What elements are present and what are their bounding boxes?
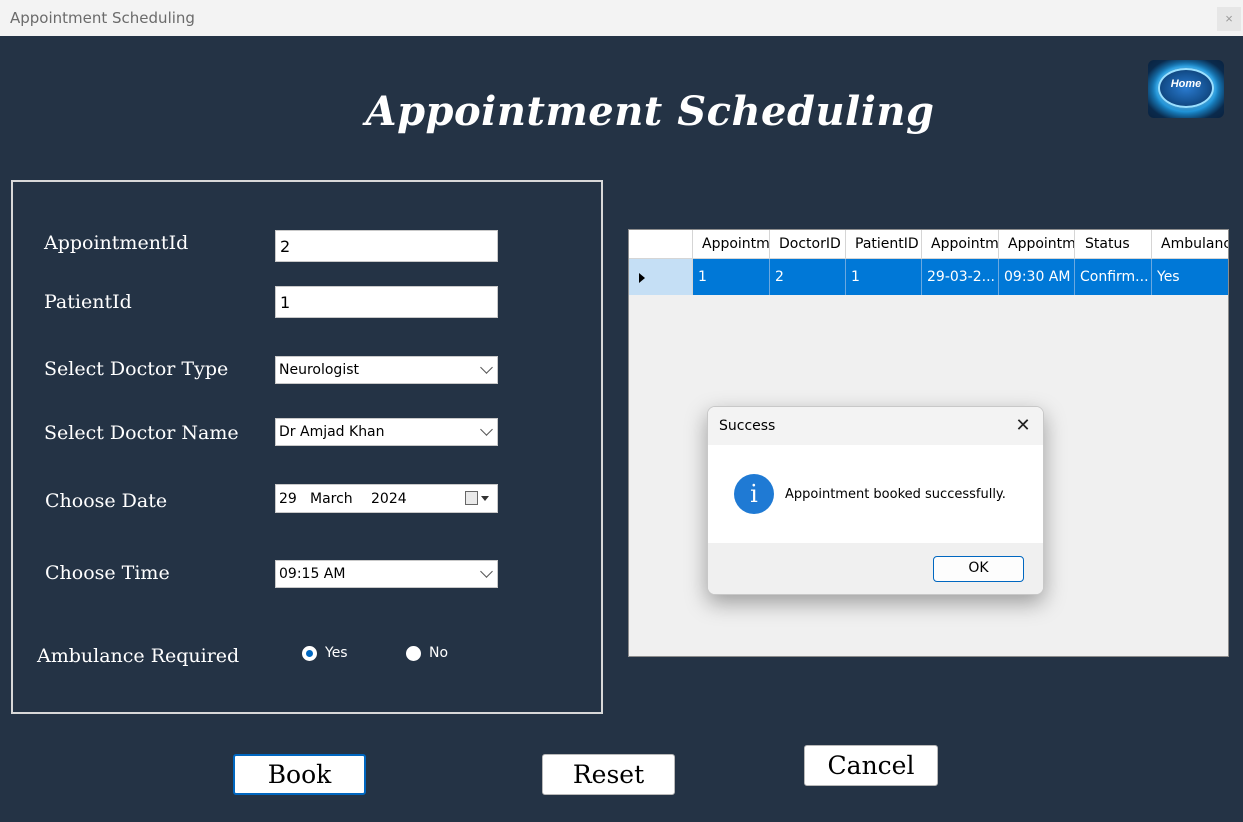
date-label: Choose Date <box>45 490 168 512</box>
grid-column-header[interactable]: Appointm <box>922 230 999 259</box>
close-icon[interactable]: ✕ <box>1013 415 1033 435</box>
cancel-button[interactable]: Cancel <box>804 745 938 786</box>
calendar-icon[interactable] <box>465 491 478 505</box>
page-title: Appointment Scheduling <box>365 88 935 135</box>
reset-button[interactable]: Reset <box>542 754 675 795</box>
doctor-type-label: Select Doctor Type <box>44 358 229 380</box>
doctor-type-value: Neurologist <box>279 362 359 378</box>
dialog-message: Appointment booked successfully. <box>785 487 1006 502</box>
grid-column-header[interactable]: Appointm <box>693 230 770 259</box>
time-value: 09:15 AM <box>279 566 346 582</box>
book-button[interactable]: Book <box>233 754 366 795</box>
dropdown-arrow-icon[interactable] <box>481 496 489 501</box>
info-icon: i <box>734 474 774 514</box>
dialog-titlebar: Success ✕ <box>708 407 1043 445</box>
date-month[interactable]: March <box>310 491 353 507</box>
grid-cell[interactable]: Confirm... <box>1075 259 1152 295</box>
grid-cell[interactable]: 1 <box>693 259 770 295</box>
grid-column-header[interactable]: Status <box>1075 230 1152 259</box>
date-day[interactable]: 29 <box>279 491 297 507</box>
window-title: Appointment Scheduling <box>10 9 195 27</box>
grid-cell[interactable]: 2 <box>770 259 846 295</box>
ambulance-yes-label[interactable]: Yes <box>325 645 348 661</box>
ambulance-no-radio[interactable] <box>406 646 421 661</box>
home-button-label: Home <box>1170 78 1202 90</box>
doctor-type-select[interactable]: Neurologist <box>275 356 498 384</box>
grid-cell[interactable]: 09:30 AM <box>999 259 1075 295</box>
chevron-down-icon <box>480 423 493 436</box>
time-label: Choose Time <box>45 562 170 584</box>
date-year[interactable]: 2024 <box>371 491 407 507</box>
grid-column-header[interactable]: Ambulanc <box>1152 230 1228 259</box>
row-header[interactable] <box>629 259 693 295</box>
appointment-id-label: AppointmentId <box>44 232 189 254</box>
ambulance-label: Ambulance Required <box>37 645 240 667</box>
grid-column-header[interactable]: DoctorID <box>770 230 846 259</box>
date-picker[interactable]: 29 March 2024 <box>275 484 498 513</box>
doctor-name-select[interactable]: Dr Amjad Khan <box>275 418 498 446</box>
home-button[interactable]: Home <box>1148 60 1224 118</box>
grid-header: Appointm DoctorID PatientID Appointm App… <box>629 230 1228 259</box>
time-select[interactable]: 09:15 AM <box>275 560 498 588</box>
ambulance-yes-radio[interactable] <box>302 646 317 661</box>
grid-cell[interactable]: 29-03-2... <box>922 259 999 295</box>
row-pointer-icon <box>639 273 645 283</box>
dialog-body: i Appointment booked successfully. <box>708 445 1043 543</box>
table-row[interactable]: 1 2 1 29-03-2... 09:30 AM Confirm... Yes <box>629 259 1228 295</box>
ok-button[interactable]: OK <box>933 556 1024 582</box>
patient-id-label: PatientId <box>44 291 132 313</box>
doctor-name-label: Select Doctor Name <box>44 422 239 444</box>
grid-corner-cell <box>629 230 693 259</box>
grid-cell[interactable]: Yes <box>1152 259 1228 295</box>
dialog-title: Success <box>719 418 776 434</box>
grid-column-header[interactable]: PatientID <box>846 230 922 259</box>
grid-column-header[interactable]: Appointm <box>999 230 1075 259</box>
success-dialog: Success ✕ i Appointment booked successfu… <box>707 406 1044 595</box>
window-titlebar: Appointment Scheduling × <box>0 0 1243 36</box>
chevron-down-icon <box>480 565 493 578</box>
ambulance-no-label[interactable]: No <box>429 645 448 661</box>
chevron-down-icon <box>480 361 493 374</box>
window-close-icon[interactable]: × <box>1217 7 1241 31</box>
patient-id-input[interactable]: 1 <box>275 286 498 318</box>
grid-cell[interactable]: 1 <box>846 259 922 295</box>
appointment-id-input[interactable]: 2 <box>275 230 498 262</box>
dialog-footer: OK <box>708 543 1043 594</box>
doctor-name-value: Dr Amjad Khan <box>279 424 385 440</box>
